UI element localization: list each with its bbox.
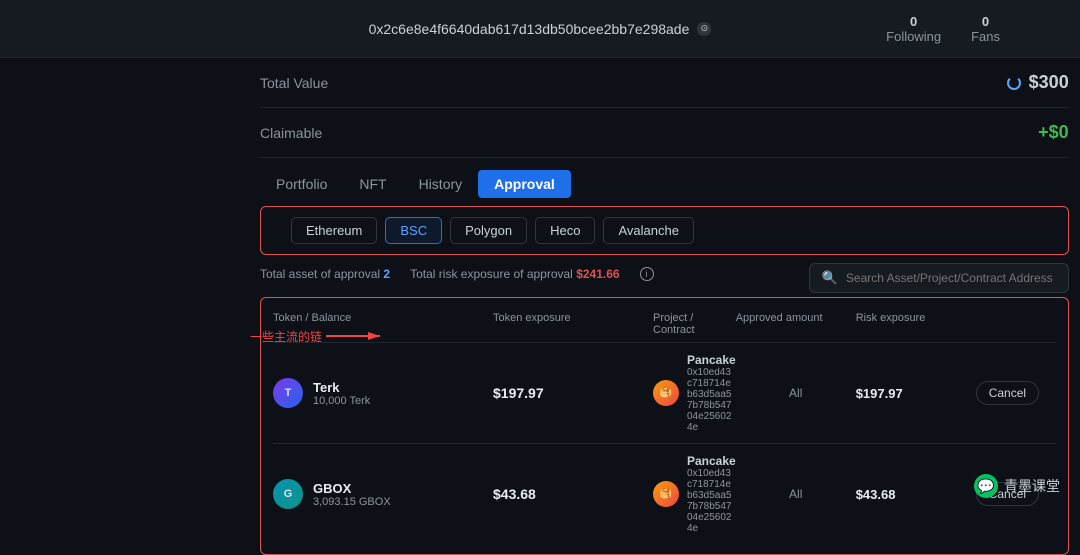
token-cell-gbox: G GBOX 3,093.15 GBOX bbox=[273, 479, 493, 509]
chain-ethereum[interactable]: Ethereum bbox=[291, 217, 377, 244]
tab-bar: Portfolio NFT History Approval bbox=[230, 158, 1080, 198]
annotation-text: 一些主流的链 bbox=[250, 328, 322, 345]
tab-approval[interactable]: Approval bbox=[478, 170, 571, 198]
claimable-card: Claimable +$0 bbox=[260, 108, 1069, 158]
wechat-icon: 💬 bbox=[974, 474, 998, 498]
approved-amount-1: All bbox=[736, 386, 856, 400]
info-icon[interactable]: i bbox=[640, 267, 654, 281]
token-balance-gbox: 3,093.15 GBOX bbox=[313, 496, 391, 508]
token-balance-terk: 10,000 Terk bbox=[313, 395, 370, 407]
asset-count: 2 bbox=[383, 267, 390, 281]
header-stats: 0 Following 0 Fans bbox=[886, 14, 1000, 44]
approved-amount-2: All bbox=[736, 487, 856, 501]
annotation: 一些主流的链 bbox=[250, 326, 386, 346]
tab-nft[interactable]: NFT bbox=[343, 170, 402, 198]
project-cell-pancake2: 🥞 Pancake 0x10ed43c718714eb63d5aa57b78b5… bbox=[653, 454, 736, 534]
total-value-amount: $300 bbox=[1007, 72, 1069, 93]
main-layout: Total Value $300 Claimable +$0 Portfolio… bbox=[0, 58, 1080, 512]
table-header: Token / Balance Token exposure Project /… bbox=[273, 308, 1056, 343]
table-row: G GBOX 3,093.15 GBOX $43.68 🥞 Pancake 0x… bbox=[273, 444, 1056, 544]
refresh-icon[interactable] bbox=[1007, 76, 1021, 90]
chain-heco[interactable]: Heco bbox=[535, 217, 595, 244]
total-value-label: Total Value bbox=[260, 75, 328, 91]
chain-polygon[interactable]: Polygon bbox=[450, 217, 527, 244]
token-avatar-gbox: G bbox=[273, 479, 303, 509]
claimable-value: +$0 bbox=[1038, 122, 1069, 143]
total-value-card: Total Value $300 bbox=[260, 58, 1069, 108]
left-content: Total Value $300 Claimable +$0 Portfolio… bbox=[230, 58, 1080, 555]
claimable-label: Claimable bbox=[260, 125, 322, 141]
annotation-arrow bbox=[326, 326, 386, 346]
search-input[interactable] bbox=[846, 271, 1056, 285]
token-exposure-terk: $197.97 bbox=[493, 385, 653, 401]
project-avatar-pancake2: 🥞 bbox=[653, 481, 679, 507]
cancel-button-1[interactable]: Cancel bbox=[976, 381, 1039, 405]
tab-history[interactable]: History bbox=[403, 170, 479, 198]
search-icon: 🔍 bbox=[822, 270, 838, 286]
summary-cards: Total Value $300 Claimable +$0 bbox=[230, 58, 1080, 158]
project-name-pancake1: Pancake bbox=[687, 353, 736, 367]
project-name-pancake2: Pancake bbox=[687, 454, 736, 468]
project-cell-pancake1: 🥞 Pancake 0x10ed43c718714eb63d5aa57b78b5… bbox=[653, 353, 736, 433]
token-name-gbox: GBOX bbox=[313, 481, 391, 496]
token-exposure-gbox: $43.68 bbox=[493, 486, 653, 502]
watermark-text: 青墨课堂 bbox=[1004, 476, 1060, 496]
risk-value-2: $43.68 bbox=[856, 487, 976, 502]
chain-selector: Ethereum BSC Polygon Heco Avalanche bbox=[260, 206, 1069, 255]
token-cell-terk: T Terk 10,000 Terk bbox=[273, 378, 493, 408]
risk-total: $241.66 bbox=[576, 267, 619, 281]
table-meta: Total asset of approval 2 Total risk exp… bbox=[260, 267, 654, 281]
left-panel: Total Value $300 Claimable +$0 Portfolio… bbox=[0, 58, 1080, 512]
watermark: 💬 青墨课堂 bbox=[974, 474, 1060, 498]
table-row: T Terk 10,000 Terk $197.97 🥞 Pancake 0x1… bbox=[273, 343, 1056, 444]
wallet-address: 0x2c6e8e4f6640dab617d13db50bcee2bb7e298a… bbox=[369, 21, 712, 37]
chain-avalanche[interactable]: Avalanche bbox=[603, 217, 693, 244]
token-avatar-terk: T bbox=[273, 378, 303, 408]
header: 0x2c6e8e4f6640dab617d13db50bcee2bb7e298a… bbox=[0, 0, 1080, 58]
project-contract-2: 0x10ed43c718714eb63d5aa57b78b54704e25602… bbox=[687, 468, 736, 534]
copy-icon[interactable]: ⊙ bbox=[697, 22, 711, 36]
search-bar: 🔍 bbox=[809, 263, 1069, 293]
risk-value-1: $197.97 bbox=[856, 386, 976, 401]
project-contract-1: 0x10ed43c718714eb63d5aa57b78b54704e25602… bbox=[687, 367, 736, 433]
tab-portfolio[interactable]: Portfolio bbox=[260, 170, 343, 198]
total-risk-label: Total risk exposure of approval $241.66 bbox=[410, 267, 619, 281]
total-asset-label: Total asset of approval 2 bbox=[260, 267, 390, 281]
fans-stat: 0 Fans bbox=[971, 14, 1000, 44]
chain-bsc[interactable]: BSC bbox=[385, 217, 442, 244]
token-name-terk: Terk bbox=[313, 380, 370, 395]
following-stat: 0 Following bbox=[886, 14, 941, 44]
project-avatar-pancake1: 🥞 bbox=[653, 380, 679, 406]
